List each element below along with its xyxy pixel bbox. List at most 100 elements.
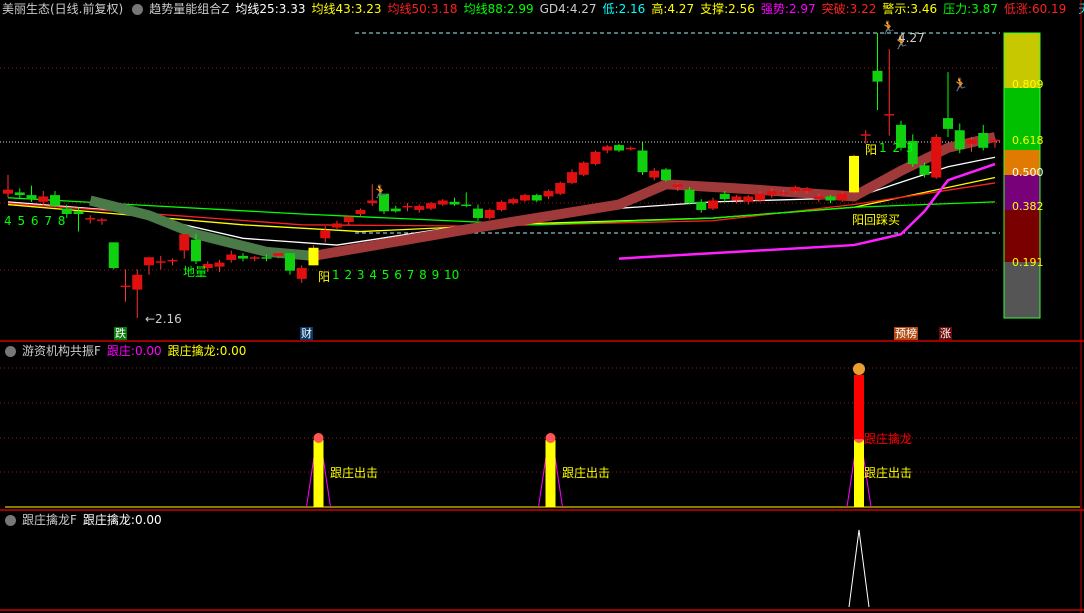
seq-mid: 1 2 3 4 5 6 7 8 9 10 bbox=[332, 268, 460, 282]
candle-body bbox=[249, 257, 260, 259]
panel1-v1-label: 跟庄: bbox=[106, 344, 135, 358]
fib-zone bbox=[1004, 262, 1040, 318]
candle-body bbox=[884, 114, 895, 116]
candle-body bbox=[813, 196, 824, 200]
low-label: ←2.16 bbox=[145, 312, 182, 326]
panel2-v: 0.00 bbox=[134, 513, 162, 527]
candle-body bbox=[437, 200, 448, 205]
yubang-tag: 预榜 bbox=[894, 327, 918, 340]
candle-body bbox=[3, 189, 13, 194]
candle-body bbox=[320, 230, 331, 239]
candle-body bbox=[802, 188, 812, 192]
panel2-header: 跟庄擒龙F 跟庄擒龙:0.00 bbox=[2, 511, 168, 529]
candle-body bbox=[531, 195, 542, 201]
runner-icon: 🏃 bbox=[880, 20, 896, 36]
seq-right: 1 2 3 bbox=[879, 141, 914, 155]
candle-body bbox=[649, 170, 660, 178]
candle-body bbox=[50, 195, 60, 206]
collapse-icon[interactable] bbox=[5, 515, 16, 526]
fib-0618: 0.618 bbox=[1012, 134, 1044, 147]
candle-body bbox=[273, 253, 284, 256]
candle-body bbox=[661, 169, 671, 181]
candle-body bbox=[414, 205, 425, 210]
candle-body bbox=[191, 239, 201, 262]
panel2-v-label: 跟庄擒龙: bbox=[82, 513, 135, 527]
candle-body bbox=[144, 257, 154, 266]
candle-body bbox=[919, 165, 930, 175]
fib-0809: 0.809 bbox=[1012, 78, 1044, 91]
signal-label: 跟庄出击 bbox=[562, 466, 611, 480]
candle-body bbox=[696, 201, 707, 210]
cai-tag: 财 bbox=[300, 327, 313, 340]
qinlong-spike bbox=[848, 529, 870, 608]
candle-body bbox=[132, 274, 143, 290]
candle-body bbox=[496, 201, 507, 210]
candle-body bbox=[484, 209, 495, 219]
candle-body bbox=[26, 195, 37, 200]
candle-body bbox=[590, 151, 601, 165]
zhang-tag: 涨 bbox=[939, 327, 952, 340]
high-label: 4.27 bbox=[898, 31, 925, 45]
candle-body bbox=[296, 268, 307, 279]
candle-body bbox=[120, 285, 131, 288]
signal-label: 跟庄出击 bbox=[330, 466, 379, 480]
candle-body bbox=[226, 254, 237, 260]
candle-body bbox=[167, 259, 178, 262]
panel1-title[interactable]: 游资机构共振F bbox=[22, 344, 101, 358]
yang-right-label: 阳 bbox=[865, 143, 878, 157]
candle-body bbox=[308, 247, 319, 266]
candle-body bbox=[238, 255, 248, 259]
signal2-label: 跟庄擒龙 bbox=[864, 432, 913, 446]
candle-body bbox=[672, 184, 683, 187]
candle-body bbox=[872, 70, 883, 82]
candle-body bbox=[367, 200, 378, 204]
diliang-label: 地量 bbox=[183, 265, 208, 279]
candle-body bbox=[543, 191, 554, 197]
qinlong-bar bbox=[854, 375, 864, 439]
candle-body bbox=[449, 201, 460, 205]
seq-left: 4 5 6 7 8 bbox=[4, 214, 66, 228]
fib-0500: 0.500 bbox=[1012, 166, 1044, 179]
candle-body bbox=[214, 262, 225, 267]
candle-body bbox=[755, 193, 765, 201]
money-bag-icon bbox=[853, 363, 865, 375]
candle-body bbox=[473, 208, 483, 219]
candle-body bbox=[954, 130, 965, 150]
candle-body bbox=[261, 257, 272, 259]
fib-0382: 0.382 bbox=[1012, 200, 1044, 213]
runner-icon: 🏃 bbox=[952, 77, 968, 93]
candle-body bbox=[578, 162, 589, 175]
candle-body bbox=[684, 189, 695, 204]
panel1-header: 游资机构共振F 跟庄:0.00 跟庄擒龙:0.00 bbox=[2, 342, 252, 360]
candle-body bbox=[790, 186, 801, 192]
candle-body bbox=[931, 137, 942, 178]
candle-body bbox=[837, 193, 848, 201]
candle-body bbox=[390, 208, 401, 212]
diamond-icon bbox=[545, 433, 556, 443]
candle-body bbox=[990, 139, 1000, 142]
candle-body bbox=[426, 203, 436, 209]
candle-body bbox=[520, 195, 530, 201]
candle-body bbox=[567, 172, 577, 183]
candle-body bbox=[743, 196, 754, 202]
candle-body bbox=[555, 182, 566, 194]
candle-body bbox=[978, 132, 989, 148]
candle-body bbox=[73, 211, 84, 214]
candle-body bbox=[14, 192, 25, 196]
diamond-icon bbox=[313, 433, 324, 443]
fib-zone bbox=[1004, 210, 1040, 262]
candle-body bbox=[343, 216, 354, 223]
candle-body bbox=[708, 200, 718, 209]
candle-body bbox=[860, 134, 871, 136]
panel2-title[interactable]: 跟庄擒龙F bbox=[22, 513, 77, 527]
panel1-v2: 0.00 bbox=[219, 344, 247, 358]
panel1-v2-label: 跟庄擒龙: bbox=[167, 344, 220, 358]
candle-body bbox=[461, 204, 472, 207]
candle-body bbox=[97, 219, 107, 221]
panel1-v1: 0.00 bbox=[134, 344, 162, 358]
candle-body bbox=[508, 199, 519, 204]
fib-0191: 0.191 bbox=[1012, 256, 1044, 269]
collapse-icon[interactable] bbox=[5, 346, 16, 357]
signal-bar bbox=[313, 440, 324, 507]
candle-body bbox=[85, 218, 96, 220]
